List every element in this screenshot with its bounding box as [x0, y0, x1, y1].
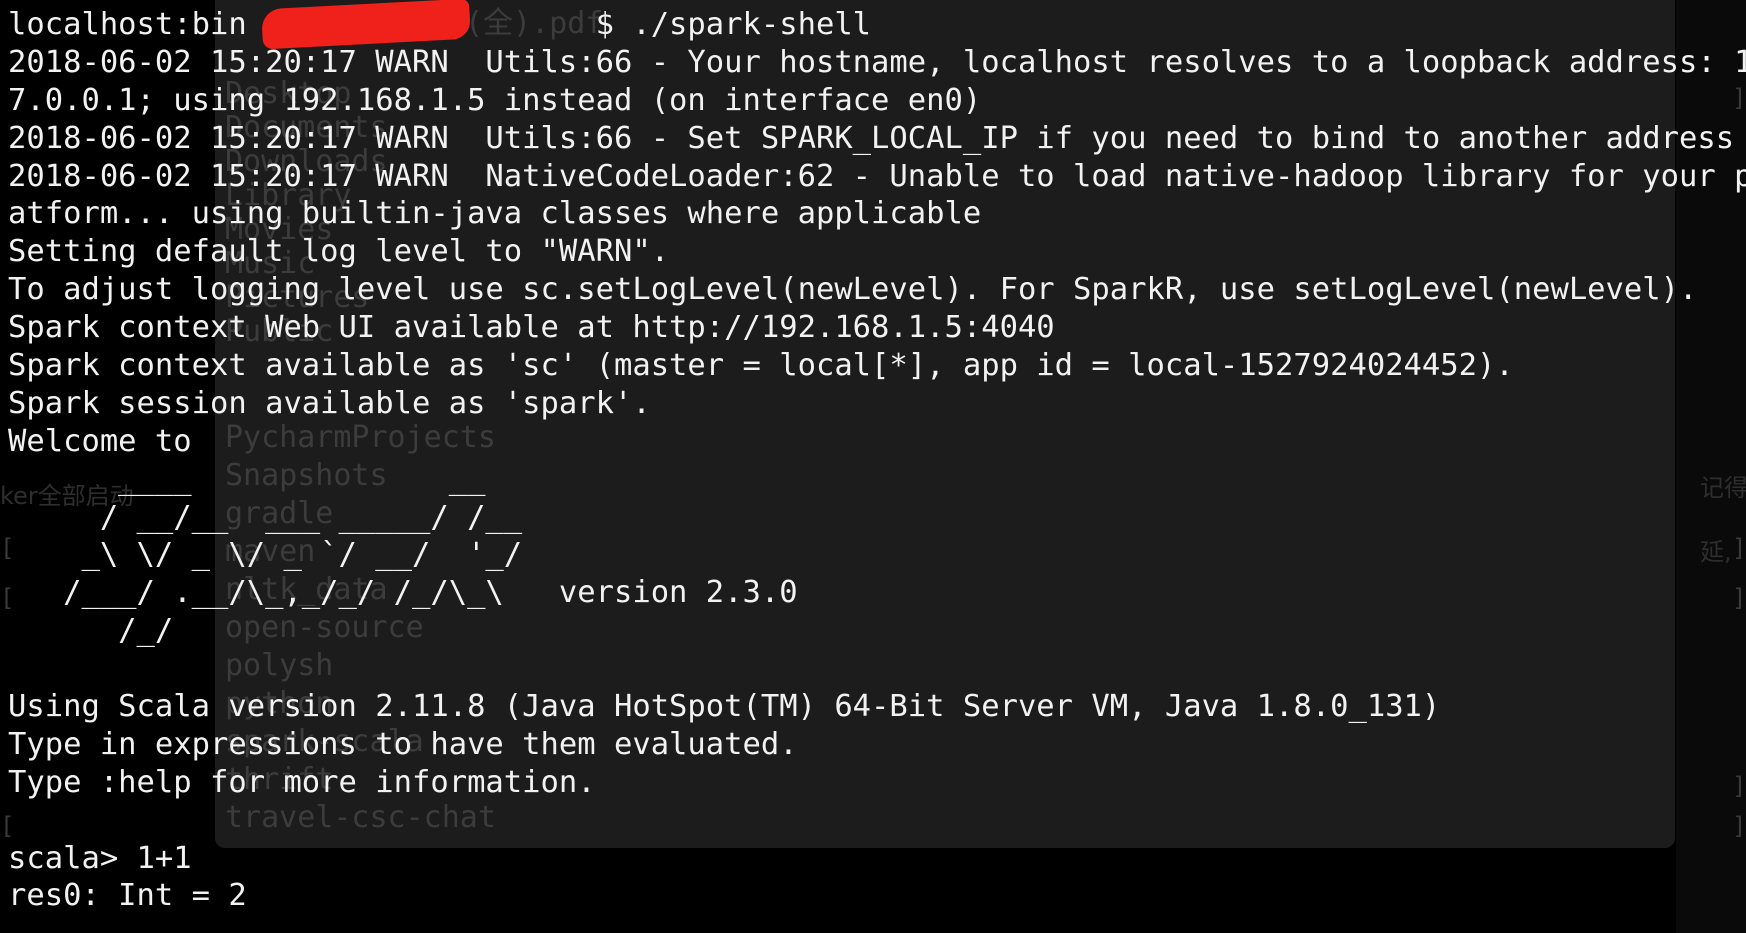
- spark-ascii-logo-line: _\ \/ _ \/ _ `/ __/ '_/: [8, 537, 523, 573]
- terminal-log-line: Spark context Web UI available at http:/…: [8, 310, 1055, 346]
- spark-ascii-logo-line: /_/: [8, 613, 174, 649]
- terminal-log-line: Setting default log level to "WARN".: [8, 234, 670, 270]
- spark-ascii-logo-line: /___/ .__/\_,_/_/ /_/\_\ version 2.3.0: [8, 575, 798, 611]
- spark-ascii-logo-line: / __/__ ___ _____/ /__: [8, 499, 523, 535]
- terminal-log-line: 7.0.0.1; using 192.168.1.5 instead (on i…: [8, 82, 982, 118]
- scala-result-line: res0: Int = 2: [8, 878, 247, 914]
- scala-prompt-line[interactable]: scala> 1+1: [8, 840, 1743, 878]
- terminal-info-line: Type in expressions to have them evaluat…: [8, 726, 798, 762]
- terminal-log-line: 2018-06-02 15:20:17 WARN Utils:66 - Your…: [8, 44, 1746, 80]
- terminal-info-line: Type :help for more information.: [8, 764, 596, 800]
- terminal-log-line: 2018-06-02 15:20:17 WARN Utils:66 - Set …: [8, 120, 1735, 156]
- terminal-log-line: To adjust logging level use sc.setLogLev…: [8, 272, 1698, 308]
- terminal-welcome-line: Welcome to: [8, 423, 192, 459]
- terminal-info-line: Using Scala version 2.11.8 (Java HotSpot…: [8, 689, 1441, 725]
- spark-ascii-logo-line: ____ __: [8, 461, 486, 497]
- terminal-log-line: Spark context available as 'sc' (master …: [8, 348, 1514, 384]
- terminal-log-line: 2018-06-02 15:20:17 WARN NativeCodeLoade…: [8, 158, 1746, 194]
- terminal-output[interactable]: localhost:bin $ ./spark-shell 2018-06-02 …: [8, 6, 1746, 915]
- desktop-screen: 技术文件(全).pdf Desktop Documents Downloads …: [0, 0, 1746, 933]
- terminal-log-line: Spark session available as 'spark'.: [8, 385, 651, 421]
- terminal-log-line: atform... using builtin-java classes whe…: [8, 196, 982, 232]
